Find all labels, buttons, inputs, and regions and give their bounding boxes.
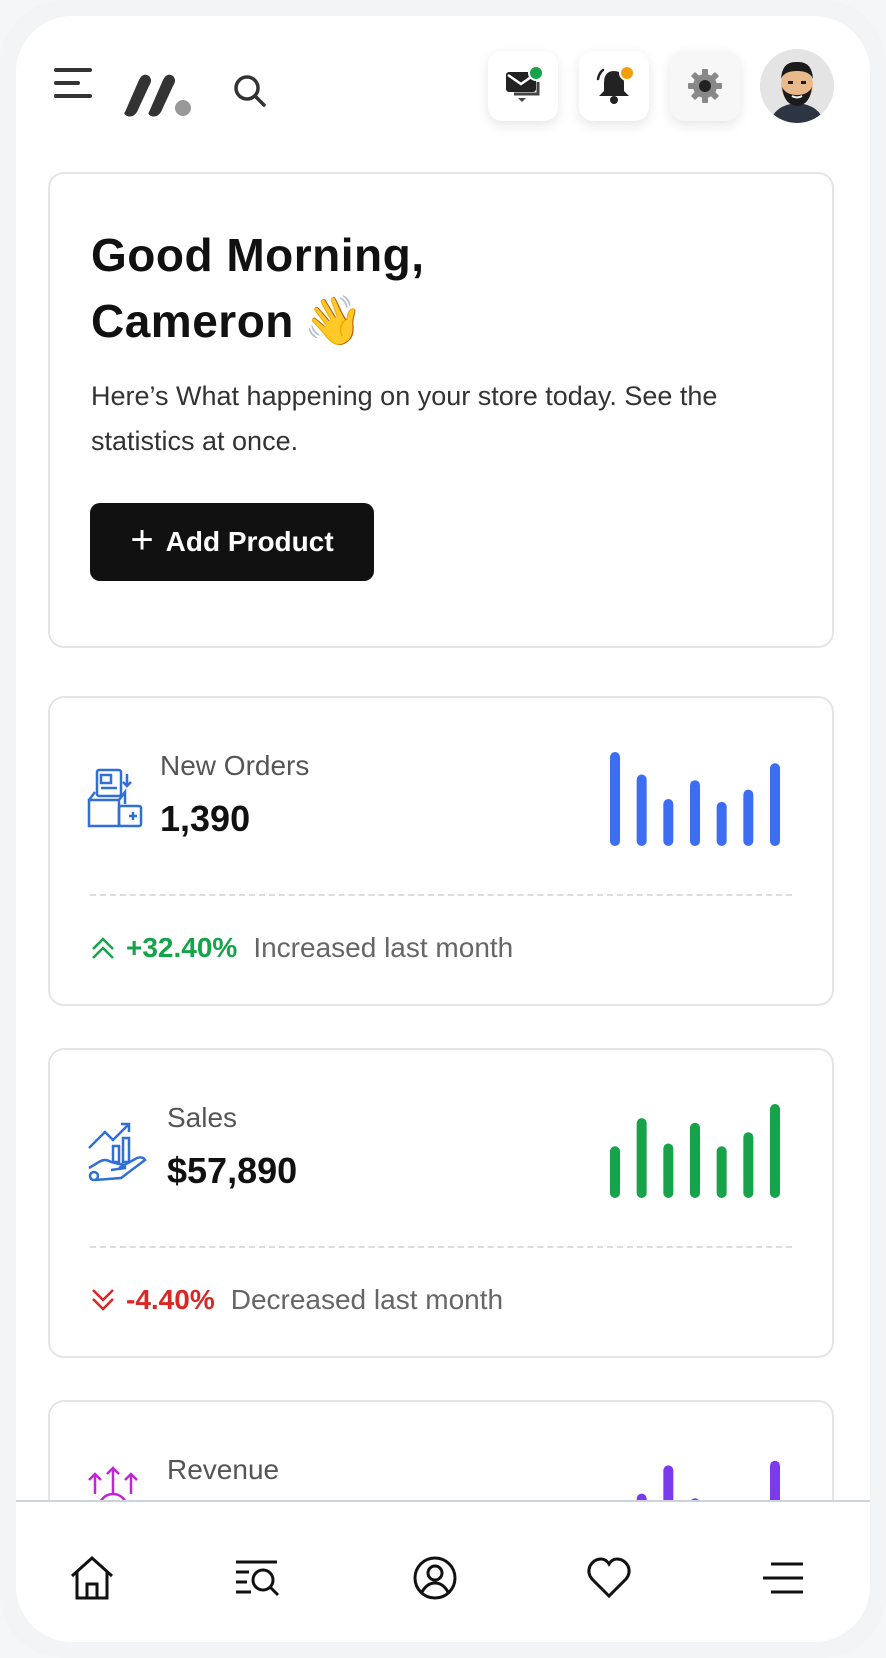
heart-icon	[587, 1557, 631, 1599]
search-list-icon	[236, 1560, 280, 1597]
mini-bar	[690, 780, 700, 846]
user-circle-icon	[413, 1556, 457, 1600]
stat-change: +32.40%	[126, 932, 238, 963]
mini-bar-chart	[610, 752, 780, 846]
stat-label: Revenue	[167, 1454, 280, 1485]
mini-bar	[743, 789, 754, 846]
stat-value: $57,890	[167, 1150, 298, 1191]
plus-icon: +	[130, 518, 154, 562]
phone-frame: Good Morning, Cameron 👋 Here’s What happe…	[0, 0, 886, 1658]
app-screen: Good Morning, Cameron 👋 Here’s What happe…	[16, 16, 870, 1642]
brand-logo-icon[interactable]	[121, 68, 193, 118]
notifications-badge	[619, 65, 635, 81]
double-chevron-up-icon	[92, 937, 114, 959]
messages-badge	[528, 65, 544, 81]
greeting-heading: Good Morning, Cameron 👋	[91, 222, 425, 355]
nav-favorites[interactable]	[583, 1552, 635, 1604]
mini-bar	[610, 752, 620, 846]
wave-emoji: 👋	[303, 295, 365, 348]
user-avatar[interactable]	[760, 49, 834, 123]
hand-growth-icon	[88, 1122, 147, 1182]
mini-bar-chart	[610, 1104, 780, 1198]
welcome-subtitle: Here’s What happening on your store toda…	[91, 381, 718, 456]
mini-bar	[716, 801, 727, 846]
bottom-navigation	[16, 1500, 870, 1642]
home-icon	[70, 1555, 114, 1600]
stat-change: -4.40%	[126, 1284, 215, 1315]
stat-divider	[90, 894, 792, 896]
search-icon[interactable]	[230, 71, 270, 111]
add-product-label: Add Product	[165, 526, 334, 557]
messages-button[interactable]	[488, 51, 558, 121]
mini-bar	[663, 799, 674, 846]
mini-bar	[690, 1122, 700, 1198]
nav-search[interactable]	[231, 1552, 283, 1604]
stat-divider	[90, 1246, 792, 1248]
mini-bar	[610, 1146, 620, 1198]
stat-value: 1,390	[160, 798, 251, 839]
stat-footer: +32.40% Increased last month	[90, 928, 513, 968]
stat-label: Sales	[167, 1102, 238, 1133]
mini-bar	[636, 1118, 647, 1198]
nav-home[interactable]	[66, 1552, 118, 1604]
stat-change-note: Decreased last month	[230, 1284, 504, 1315]
gear-icon	[688, 69, 722, 103]
nav-profile[interactable]	[409, 1552, 461, 1604]
mini-bar	[743, 1132, 754, 1198]
stat-footer: -4.40% Decreased last month	[90, 1280, 503, 1320]
hamburger-menu-icon[interactable]	[54, 68, 94, 102]
avatar-illustration	[760, 49, 834, 123]
nav-menu[interactable]	[757, 1552, 809, 1604]
add-product-button[interactable]: + Add Product	[90, 503, 374, 581]
welcome-card: Good Morning, Cameron 👋 Here’s What happe…	[48, 172, 834, 648]
settings-button[interactable]	[670, 51, 740, 121]
notifications-button[interactable]	[579, 51, 649, 121]
greeting-line-1: Good Morning,	[91, 229, 425, 281]
mini-bar	[636, 774, 647, 846]
box-orders-icon	[87, 768, 143, 828]
mini-bar	[770, 763, 780, 846]
double-chevron-down-icon	[92, 1289, 114, 1311]
stat-card-new-orders[interactable]: New Orders 1,390 +32.40% Increased last …	[48, 696, 834, 1006]
menu-icon	[763, 1562, 803, 1594]
mini-bar	[770, 1104, 780, 1198]
stat-label: New Orders	[160, 750, 310, 781]
top-header	[16, 16, 870, 166]
greeting-user-name: Cameron	[91, 295, 294, 347]
mini-bar	[716, 1146, 727, 1198]
mini-bar	[663, 1143, 674, 1198]
stat-card-sales[interactable]: Sales $57,890 -4.40% Decreased last mont…	[48, 1048, 834, 1358]
stat-change-note: Increased last month	[253, 932, 514, 963]
